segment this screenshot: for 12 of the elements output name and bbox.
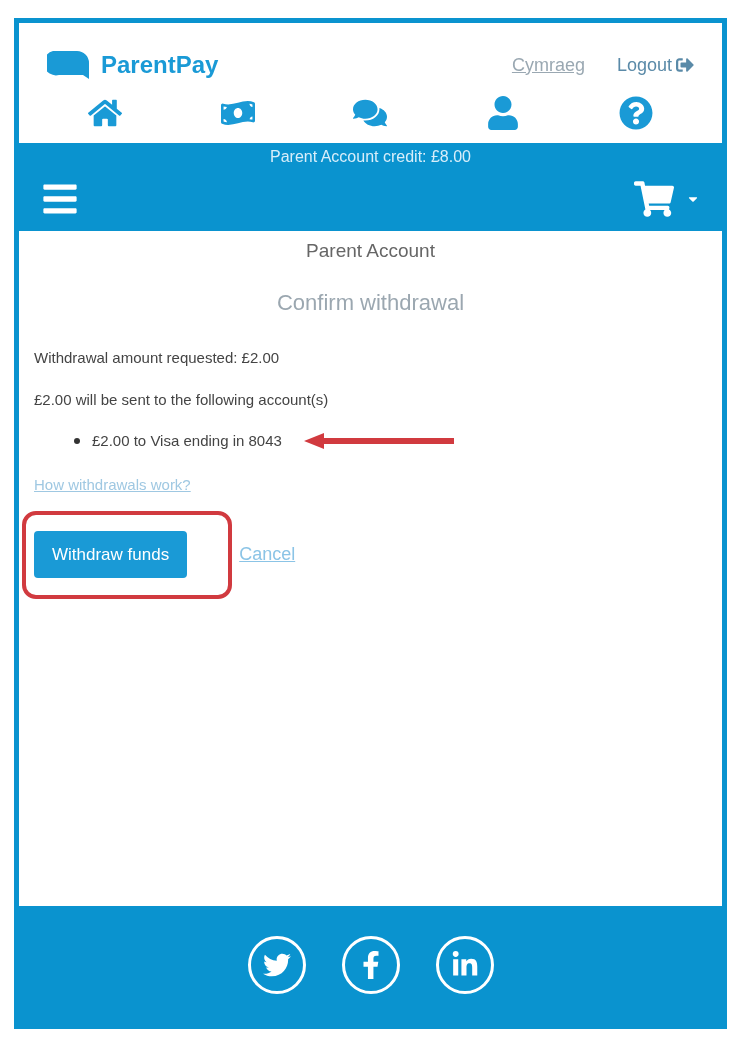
logout-link[interactable]: Logout [616,51,694,79]
withdraw-funds-button[interactable]: Withdraw funds [34,530,188,578]
page-subtitle: Confirm withdrawal [275,288,466,317]
brand-name: ParentPay [101,50,219,80]
info-text: £2.00 will be sent to the following account(s) [34,390,330,410]
account-credit: Parent Account credit: £8.00 [269,147,472,167]
cancel-link[interactable]: Cancel [239,540,296,568]
info-text: Withdrawal amount requested: £2.00 [34,347,281,368]
account-item: £2.00 to Visa ending in 8043 [92,430,282,451]
help-link[interactable]: How withdrawals work? [34,474,707,497]
language-link[interactable]: Cymraeg [511,51,585,79]
page-title: Parent Account [305,239,436,263]
